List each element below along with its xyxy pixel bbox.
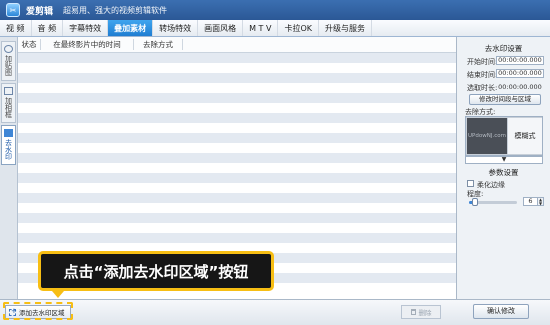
menu-karaoke[interactable]: 卡拉OK [278, 20, 319, 36]
column-status[interactable]: 状态 [18, 39, 41, 50]
table-row [18, 113, 456, 123]
start-time-field[interactable]: 00:00:00.000 [496, 56, 544, 65]
tab-label: 加贴图 [4, 55, 13, 76]
duration-value: 00:00:00.000 [498, 83, 542, 91]
confirm-modify-button[interactable]: 确认修改 [473, 304, 529, 319]
method-dropdown-button[interactable]: ▼ [465, 156, 543, 164]
menu-picture-style[interactable]: 画面风格 [198, 20, 244, 36]
removal-method-value: 模糊式 [508, 118, 542, 154]
degree-slider[interactable] [469, 198, 517, 206]
table-row [18, 203, 456, 213]
delete-button[interactable]: 删除 [401, 305, 441, 319]
tab-add-sticker[interactable]: 加贴图 [1, 41, 16, 81]
tab-label: 加相框 [4, 97, 13, 118]
table-row [18, 83, 456, 93]
tab-add-frame[interactable]: 加相框 [1, 83, 16, 123]
start-time-label: 开始时间: [467, 58, 498, 66]
scissors-app-icon: ✂ [6, 3, 20, 17]
table-row [18, 53, 456, 63]
title-bar: ✂ 爱剪辑 超易用、强大的视频剪辑软件 [0, 0, 550, 20]
table-row [18, 73, 456, 83]
menu-audio[interactable]: 音 频 [32, 20, 64, 36]
add-button-highlight [3, 302, 73, 320]
table-row [18, 93, 456, 103]
menu-overlay-material[interactable]: 叠加素材 [108, 20, 154, 36]
table-row [18, 103, 456, 113]
table-row [18, 123, 456, 133]
menu-transition-effects[interactable]: 转场特效 [153, 20, 199, 36]
side-tab-bar: 加贴图 加相框 去水印 [0, 37, 18, 299]
table-row [18, 183, 456, 193]
duration-label: 选取时长: [467, 84, 498, 92]
tab-remove-watermark[interactable]: 去水印 [1, 125, 16, 165]
menu-mtv[interactable]: M T V [243, 20, 279, 36]
end-time-field[interactable]: 00:00:00.000 [496, 69, 544, 78]
table-row [18, 143, 456, 153]
blur-preview-thumbnail: UPdowNJ.com [467, 118, 507, 154]
sticker-icon [4, 45, 13, 53]
table-row [18, 163, 456, 173]
callout-pointer-arrow [52, 291, 64, 298]
params-title: 参数设置 [488, 168, 519, 177]
degree-input[interactable]: 6 [523, 197, 538, 206]
column-removal-method[interactable]: 去除方式 [134, 39, 183, 50]
watermark-settings-panel: 去水印设置 开始时间: 00:00:00.000 结束时间: 00:00:00.… [457, 37, 550, 299]
degree-stepper[interactable]: ▲ ▼ [538, 197, 544, 206]
removal-method-picker[interactable]: UPdowNJ.com 模糊式 [465, 116, 543, 156]
table-row [18, 213, 456, 223]
settings-title: 去水印设置 [484, 44, 523, 53]
table-row [18, 173, 456, 183]
column-time-in-movie[interactable]: 在最终影片中的时间 [41, 39, 134, 50]
table-row [18, 233, 456, 243]
menu-video[interactable]: 视 频 [0, 20, 32, 36]
chevron-down-icon: ▼ [501, 156, 507, 163]
bottom-toolbar: 添加去水印区域 删除 确认修改 [0, 299, 550, 325]
delete-label: 删除 [418, 309, 432, 317]
app-slogan: 超易用、强大的视频剪辑软件 [63, 5, 168, 15]
frame-icon [4, 87, 13, 95]
menu-upgrade-service[interactable]: 升级与服务 [319, 20, 372, 36]
table-header: 状态 在最终影片中的时间 去除方式 [18, 37, 456, 53]
tab-label: 去水印 [4, 139, 13, 160]
table-row [18, 223, 456, 233]
app-name: 爱剪辑 [26, 6, 54, 17]
menu-subtitle-effects[interactable]: 字幕特效 [63, 20, 109, 36]
table-row [18, 133, 456, 143]
trash-icon [410, 309, 416, 315]
table-row [18, 153, 456, 163]
degree-slider-thumb[interactable] [471, 198, 478, 206]
watermark-remove-icon [4, 129, 13, 137]
tutorial-callout: 点击“添加去水印区域”按钮 [38, 251, 274, 291]
table-row [18, 193, 456, 203]
end-time-label: 结束时间: [467, 71, 498, 79]
soften-edges-checkbox[interactable] [467, 180, 474, 187]
main-menu-bar: 视 频 音 频 字幕特效 叠加素材 转场特效 画面风格 M T V 卡拉OK 升… [0, 20, 550, 37]
modify-time-region-button[interactable]: 修改时间段与区域 [469, 94, 541, 105]
table-row [18, 63, 456, 73]
